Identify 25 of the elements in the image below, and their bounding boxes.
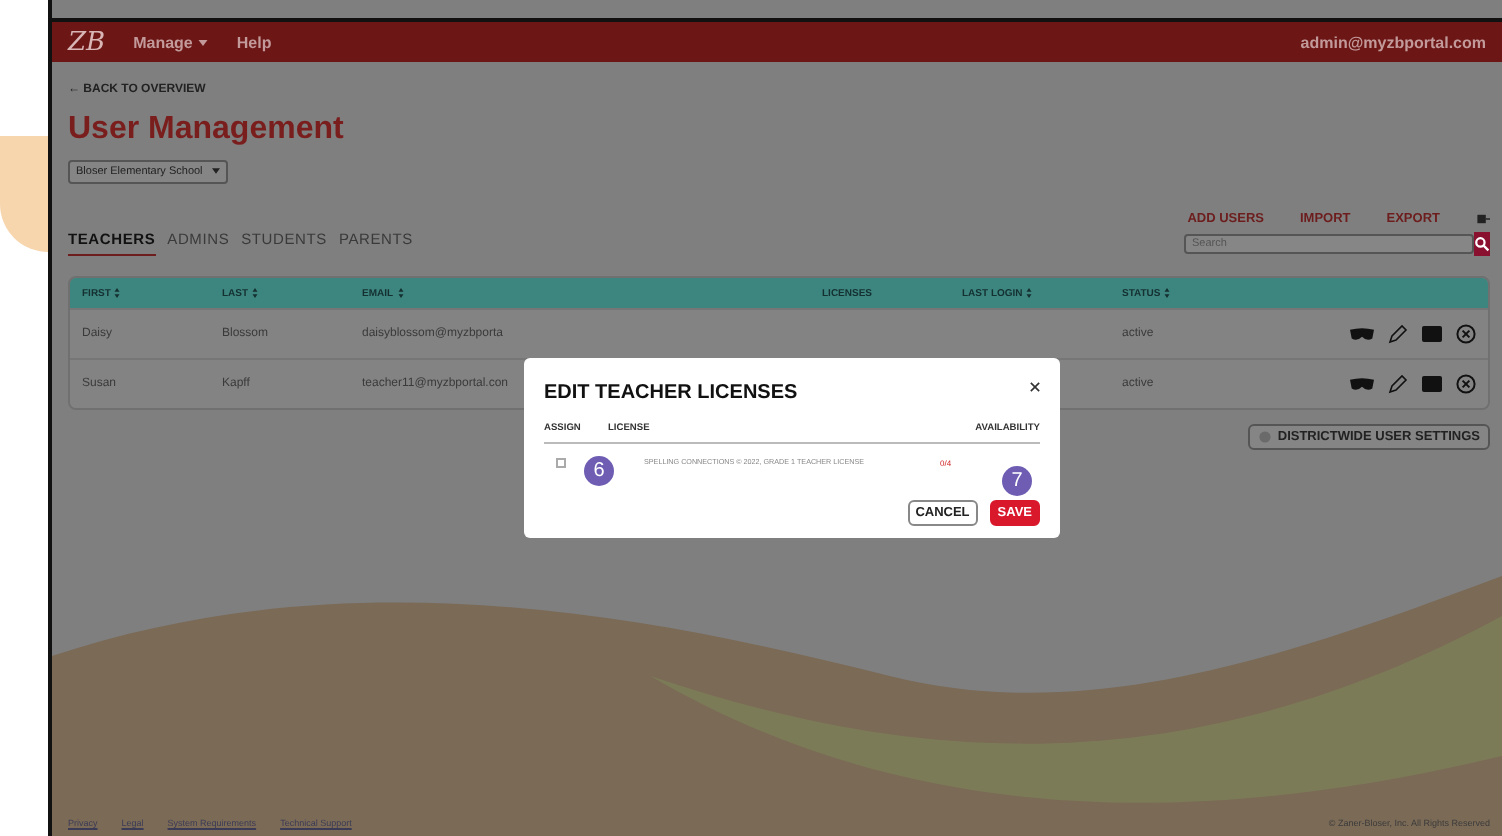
nav-menu-item[interactable]: Help	[236, 33, 272, 51]
sort-icon[interactable]	[252, 288, 259, 298]
caret-icon	[211, 168, 220, 174]
user-email-link[interactable]: admin@myzbportal.com	[1300, 33, 1486, 51]
remove-icon[interactable]	[1456, 374, 1476, 394]
pencil-icon[interactable]	[1388, 374, 1408, 394]
close-icon[interactable]	[1030, 382, 1040, 392]
sort-icon[interactable]	[1164, 288, 1171, 298]
mask-icon[interactable]	[1350, 377, 1374, 391]
page-title: User Management	[68, 112, 346, 148]
pencil-icon[interactable]	[1388, 324, 1408, 344]
nav-menu-item[interactable]: Manage	[133, 33, 193, 51]
toggle-icon[interactable]	[1476, 212, 1490, 226]
sort-icon[interactable]	[397, 288, 404, 298]
remove-icon[interactable]	[1456, 324, 1476, 344]
beige-shape	[0, 136, 48, 252]
settings-icon	[1257, 430, 1272, 444]
logo[interactable]: ZB	[68, 27, 106, 57]
sort-icon[interactable]	[114, 288, 121, 298]
assign-checkbox[interactable]	[556, 458, 566, 468]
dialog-title: EDIT TEACHER LICENSES	[544, 382, 798, 404]
search-button[interactable]	[1474, 231, 1490, 255]
sort-icon[interactable]	[1026, 288, 1033, 298]
caret-icon[interactable]	[198, 39, 209, 45]
mask-icon[interactable]	[1350, 327, 1374, 341]
